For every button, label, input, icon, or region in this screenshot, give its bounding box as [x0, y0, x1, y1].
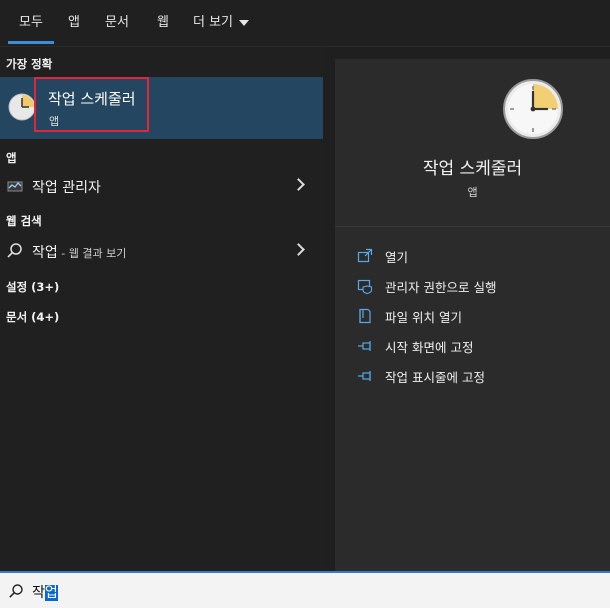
results-pane: 가장 정확 작업 스케줄러 앱 앱 작업 관리자 웹 검색 작업 - 웹 결과 … [0, 47, 323, 571]
tab-documents[interactable]: 문서 [105, 11, 129, 30]
documents-category[interactable]: 문서 (4+) [6, 309, 59, 325]
tab-more-label: 더 보기 [193, 15, 234, 30]
settings-category[interactable]: 설정 (3+) [6, 279, 59, 295]
task-scheduler-icon [8, 93, 36, 121]
web-result-label: 작업 - 웹 결과 보기 [32, 242, 126, 262]
search-input[interactable]: 작업 [32, 582, 58, 602]
result-task-manager[interactable]: 작업 관리자 [0, 171, 323, 201]
task-scheduler-large-icon [503, 79, 563, 139]
action-label: 시작 화면에 고정 [385, 340, 474, 355]
best-match-heading: 가장 정확 [6, 57, 53, 71]
preview-app-type: 앱 [467, 186, 478, 199]
chevron-down-icon [239, 19, 250, 26]
search-icon [7, 243, 22, 258]
action-label: 관리자 권한으로 실행 [385, 280, 497, 295]
action-label: 작업 표시줄에 고정 [385, 370, 485, 385]
best-match-item[interactable]: 작업 스케줄러 앱 [0, 77, 323, 139]
open-icon [357, 248, 373, 263]
chevron-right-icon [292, 178, 305, 191]
search-selected-text: 업 [44, 585, 58, 601]
search-icon [9, 584, 23, 598]
chevron-right-icon [292, 243, 305, 256]
web-query: 작업 [32, 245, 58, 261]
tab-more[interactable]: 더 보기 [193, 11, 250, 30]
tab-web[interactable]: 웹 [157, 11, 169, 30]
preview-app-name: 작업 스케줄러 [422, 159, 523, 179]
web-search-heading: 웹 검색 [6, 214, 42, 228]
web-suffix: - 웹 결과 보기 [57, 247, 127, 260]
task-manager-icon [7, 181, 23, 192]
file-location-icon [359, 308, 371, 324]
search-tab-bar: 모두 앱 문서 웹 더 보기 [0, 0, 610, 47]
tab-apps[interactable]: 앱 [68, 11, 80, 30]
best-match-title: 작업 스케줄러 [48, 90, 136, 108]
pin-start-icon [358, 341, 371, 351]
search-typed-text: 작 [32, 585, 45, 601]
divider [335, 226, 610, 227]
best-match-subtitle: 앱 [49, 115, 60, 128]
action-label: 열기 [385, 250, 409, 265]
apps-heading: 앱 [6, 151, 17, 165]
action-label: 파일 위치 열기 [385, 310, 462, 325]
result-label: 작업 관리자 [32, 180, 101, 196]
pin-taskbar-icon [358, 371, 371, 381]
search-box[interactable]: 작업 [0, 571, 610, 608]
admin-shield-icon [357, 279, 373, 294]
result-web-search[interactable]: 작업 - 웹 결과 보기 [0, 236, 323, 266]
preview-pane: 작업 스케줄러 앱 열기 관리자 권한으로 실행 파일 위치 열기 시작 화면에 [335, 59, 610, 571]
tab-all[interactable]: 모두 [8, 11, 54, 44]
